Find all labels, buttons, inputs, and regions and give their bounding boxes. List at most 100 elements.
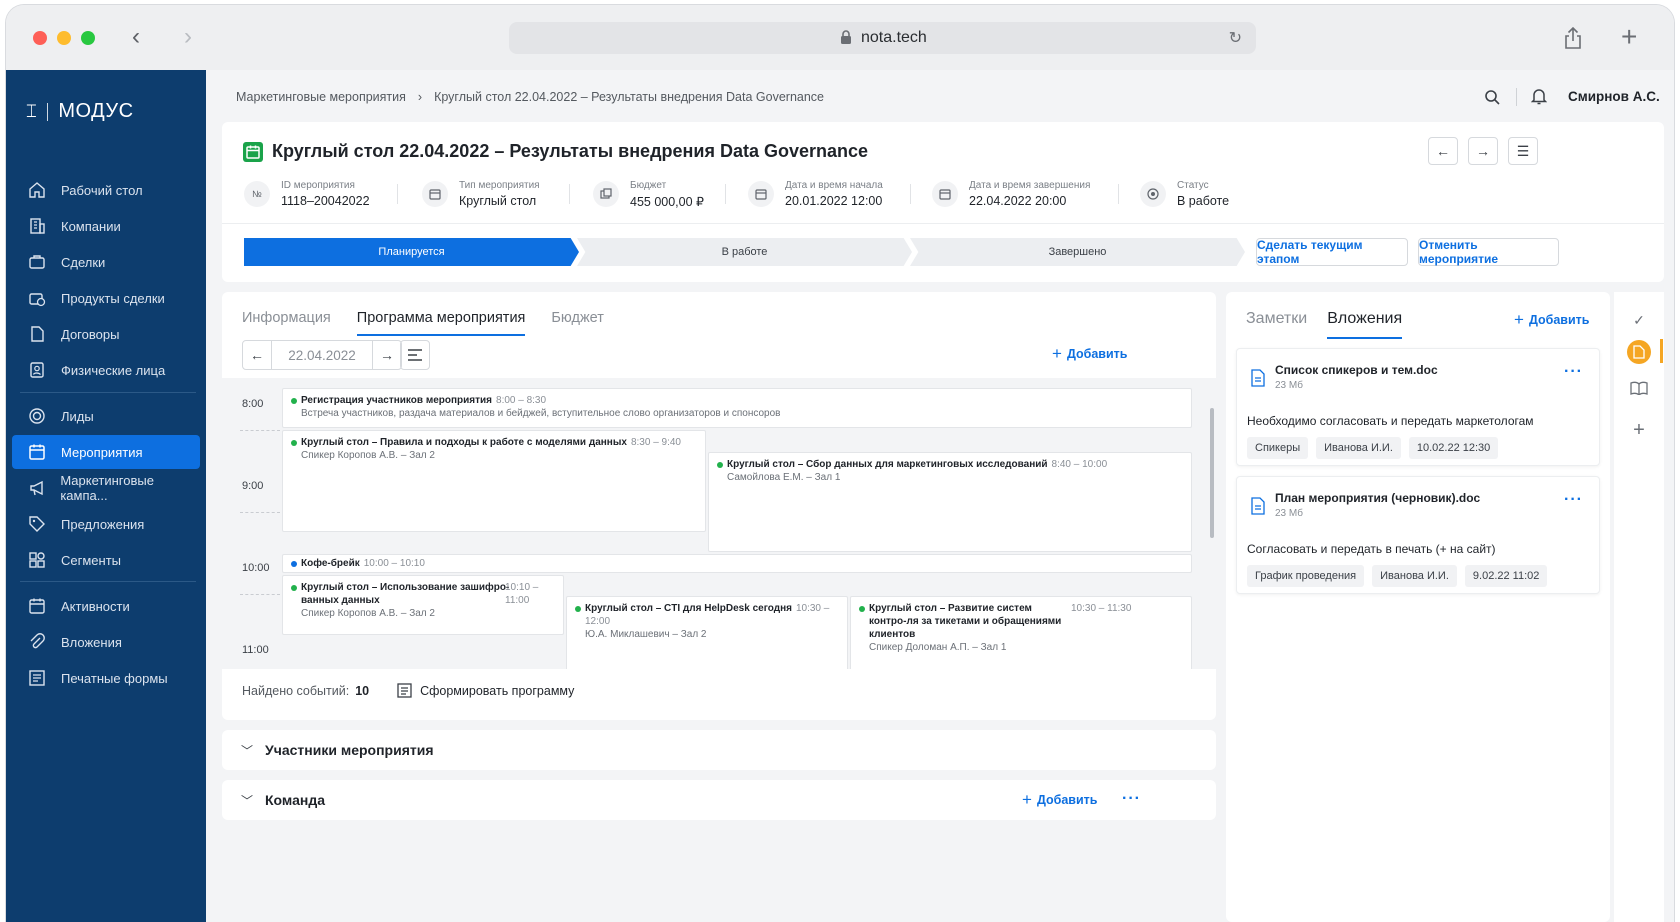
add-attachment-button[interactable]: + Добавить <box>1514 311 1589 328</box>
address-bar[interactable]: nota.tech ↻ <box>509 22 1256 54</box>
view-options-button[interactable] <box>400 340 430 370</box>
browser-forward-icon[interactable]: › <box>184 25 192 49</box>
plus-icon: + <box>1052 344 1062 363</box>
browser-back-icon[interactable]: ‹ <box>132 25 140 49</box>
add-program-item-button[interactable]: + Добавить <box>1052 344 1127 363</box>
schedule-scrollbar[interactable] <box>1210 408 1214 538</box>
cancel-event-button[interactable]: Отменить мероприятие <box>1418 238 1559 266</box>
sidebar-item-deal-products[interactable]: Продукты сделки <box>12 281 200 315</box>
target-icon <box>27 406 47 426</box>
user-name[interactable]: Смирнов А.С. <box>1568 89 1660 104</box>
new-tab-icon[interactable]: + <box>1621 23 1637 51</box>
tab-information[interactable]: Информация <box>242 310 331 336</box>
tab-attachments[interactable]: Вложения <box>1327 310 1403 339</box>
list-icon: ☰ <box>1516 142 1530 159</box>
schedule-event[interactable]: Круглый стол – Правила и подходы к работ… <box>282 430 706 532</box>
breadcrumb: Маркетинговые мероприятия › Круглый стол… <box>236 90 824 104</box>
schedule-event[interactable]: Регистрация участников мероприятия 8:00 –… <box>282 388 1192 428</box>
sidebar-item-segments[interactable]: Сегменты <box>12 543 200 577</box>
schedule-event[interactable]: Кофе-брейк 10:00 – 10:10 <box>282 554 1192 573</box>
add-team-member-button[interactable]: + Добавить <box>1022 791 1097 808</box>
schedule-event[interactable]: Круглый стол – Использование зашифро-ван… <box>282 575 564 635</box>
prev-record-button[interactable]: ← <box>1428 137 1458 165</box>
app-logo[interactable]: ⌶ МОДУС <box>26 100 134 123</box>
sidebar-item-leads[interactable]: Лиды <box>12 399 200 433</box>
building-icon <box>27 216 47 236</box>
schedule-event[interactable]: Круглый стол – CTI для HelpDesk сегодня 1… <box>566 596 848 669</box>
arrow-left-icon: ← <box>1436 143 1450 159</box>
stage-in-progress[interactable]: В работе <box>577 238 912 266</box>
attachment-tag: Иванова И.И. <box>1316 437 1401 459</box>
make-current-stage-button[interactable]: Сделать текущим этапом <box>1256 238 1408 266</box>
sidebar-item-desktop[interactable]: Рабочий стол <box>12 173 200 207</box>
breadcrumb-separator-icon: › <box>417 90 423 104</box>
tab-program[interactable]: Программа мероприятия <box>356 310 526 336</box>
document-icon <box>27 324 47 344</box>
event-title: Круглый стол 22.04.2022 – Результаты вне… <box>272 141 869 161</box>
file-doc-icon <box>1251 369 1265 387</box>
document-list-icon <box>397 683 412 698</box>
meta-end-date: Дата и время завершения 22.04.2022 20:00 <box>932 177 1090 211</box>
close-window-button[interactable] <box>33 31 47 45</box>
meta-event-id: № ID мероприятия 1118–20042022 <box>244 177 370 211</box>
sidebar-item-contracts[interactable]: Договоры <box>12 317 200 351</box>
schedule-event[interactable]: Круглый стол – Сбор данных для маркетинг… <box>708 452 1192 552</box>
attachment-tag: Спикеры <box>1247 437 1309 459</box>
stage-planned[interactable]: Планируется <box>244 238 579 266</box>
more-options-icon[interactable]: ··· <box>1564 491 1583 509</box>
book-icon[interactable] <box>1629 378 1649 398</box>
attachment-card[interactable]: Список спикеров и тем.doc 23 Мб ··· Необ… <box>1236 348 1600 466</box>
record-list-button[interactable]: ☰ <box>1508 137 1538 165</box>
schedule-event[interactable]: Круглый стол – Развитие систем контро-ля… <box>850 596 1192 669</box>
sidebar-item-marketing-campaigns[interactable]: Маркетинговые кампа... <box>12 471 200 505</box>
breadcrumb-item-marketing-events[interactable]: Маркетинговые мероприятия <box>236 90 406 104</box>
check-icon[interactable]: ✓ <box>1629 310 1649 330</box>
attachment-file-icon[interactable] <box>1627 340 1651 364</box>
arrow-right-icon: → <box>1476 143 1490 159</box>
sidebar-item-companies[interactable]: Компании <box>12 209 200 243</box>
sidebar-item-offers[interactable]: Предложения <box>12 507 200 541</box>
sidebar-item-attachments[interactable]: Вложения <box>12 625 200 659</box>
next-day-button[interactable]: → <box>372 340 402 370</box>
more-options-icon[interactable]: ··· <box>1122 790 1141 808</box>
right-icon-strip: ✓ + <box>1614 292 1664 922</box>
program-tabs: Информация Программа мероприятия Бюджет <box>242 310 604 336</box>
browser-window: ‹ › nota.tech ↻ + ⌶ МОДУС Рабочий стол К… <box>6 5 1674 922</box>
sidebar-item-individuals[interactable]: Физические лица <box>12 353 200 387</box>
arrow-right-icon: → <box>380 347 394 363</box>
sidebar-item-print-forms[interactable]: Печатные формы <box>12 661 200 695</box>
sidebar-item-deals[interactable]: Сделки <box>12 245 200 279</box>
prev-day-button[interactable]: ← <box>242 340 272 370</box>
person-card-icon <box>27 360 47 380</box>
search-icon[interactable] <box>1484 89 1500 105</box>
tab-notes[interactable]: Заметки <box>1246 310 1307 339</box>
sidebar-item-events[interactable]: Мероприятия <box>12 435 200 469</box>
more-options-icon[interactable]: ··· <box>1564 363 1583 381</box>
number-icon: № <box>244 181 270 207</box>
reload-icon[interactable]: ↻ <box>1229 28 1242 48</box>
chevron-down-icon: ﹀ <box>241 793 254 808</box>
list-filter-icon <box>408 349 422 361</box>
stage-completed[interactable]: Завершено <box>910 238 1245 266</box>
team-section[interactable]: ﹀ Команда + Добавить ··· <box>222 780 1216 820</box>
sidebar-item-activities[interactable]: Активности <box>12 589 200 623</box>
minimize-window-button[interactable] <box>57 31 71 45</box>
home-icon <box>27 180 47 200</box>
generate-program-button[interactable]: Сформировать программу <box>420 684 574 698</box>
attachment-tag: Иванова И.И. <box>1372 565 1457 587</box>
megaphone-icon <box>27 478 46 498</box>
tab-budget[interactable]: Бюджет <box>551 310 603 336</box>
date-input[interactable]: 22.04.2022 <box>272 340 372 370</box>
share-icon[interactable] <box>1564 27 1582 49</box>
attachment-card[interactable]: План мероприятия (черновик).doc 23 Мб ··… <box>1236 476 1600 594</box>
team-title: Команда <box>265 792 326 808</box>
next-record-button[interactable]: → <box>1468 137 1498 165</box>
maximize-window-button[interactable] <box>81 31 95 45</box>
calendar-icon <box>932 181 958 207</box>
breadcrumb-item-current: Круглый стол 22.04.2022 – Результаты вне… <box>434 90 825 104</box>
plus-icon[interactable]: + <box>1629 419 1649 441</box>
status-icon <box>1140 181 1166 207</box>
bell-icon[interactable] <box>1531 88 1547 105</box>
paperclip-icon <box>27 632 47 652</box>
participants-section[interactable]: ﹀ Участники мероприятия <box>222 730 1216 770</box>
